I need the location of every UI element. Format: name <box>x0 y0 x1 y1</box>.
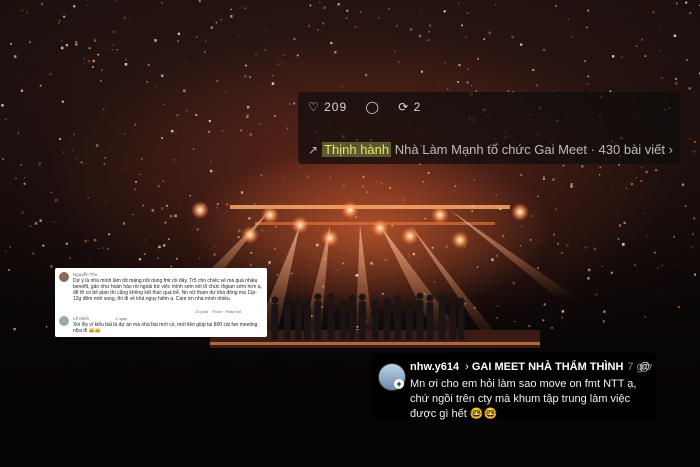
commenter-name: Lê Minh <box>73 316 90 321</box>
concert-photo: ♡ 209 ◯ ⟳ 2 ↗ Thịnh hành Nhà Làm Mạnh tổ … <box>0 0 700 467</box>
post-header: nhw.y614 › GAI MEET NHÀ THẨM THÌNH 7 giờ <box>410 361 652 373</box>
follow-plus-icon[interactable]: + <box>394 379 404 389</box>
post-body: Mn ơi cho em hỏi làm sao move on fmt NTT… <box>410 378 637 420</box>
repost-count[interactable]: ⟳ 2 <box>398 100 421 114</box>
commenter-name: Nguyễn Thu <box>73 272 98 277</box>
community-name[interactable]: GAI MEET NHÀ THẨM THÌNH <box>472 361 624 373</box>
chevron-right-icon: › <box>668 142 673 157</box>
username[interactable]: nhw.y614 <box>410 361 459 373</box>
comment-icon[interactable]: ◯ <box>365 100 379 114</box>
comment-text: Xin lỗy vì kiểu bài là dự án mà nhà bài … <box>73 322 258 334</box>
like-count[interactable]: ♡ 209 <box>308 100 347 114</box>
trending-topic: Nhà Làm Mạnh tổ chức Gai Meet · 430 bài … <box>394 142 666 157</box>
avatar <box>59 272 69 282</box>
chevron-right-icon: › <box>465 361 469 373</box>
threads-logo-icon: @ <box>638 361 650 373</box>
trending-label: Thịnh hành <box>322 142 392 157</box>
trending-card: ♡ 209 ◯ ⟳ 2 ↗ Thịnh hành Nhà Làm Mạnh tổ … <box>298 92 680 164</box>
trending-row[interactable]: ↗ Thịnh hành Nhà Làm Mạnh tổ chức Gai Mee… <box>308 142 673 157</box>
comment-text: Dự ý là nhà mình làm tốt mảng nội dung f… <box>73 278 262 302</box>
trending-arrow-icon: ↗ <box>308 143 319 157</box>
post-stats: ♡ 209 ◯ ⟳ 2 <box>308 100 435 114</box>
threads-post: + nhw.y614 › GAI MEET NHÀ THẨM THÌNH 7 giờ… <box>372 353 656 420</box>
comment-meta: 23 phút · Thích · Phản hồi <box>195 309 242 314</box>
avatar <box>59 316 69 326</box>
facebook-comment-screenshot: Nguyễn Thu Dự ý là nhà mình làm tốt mảng… <box>55 268 267 337</box>
comment-meta: 1 ngày <box>115 316 128 321</box>
